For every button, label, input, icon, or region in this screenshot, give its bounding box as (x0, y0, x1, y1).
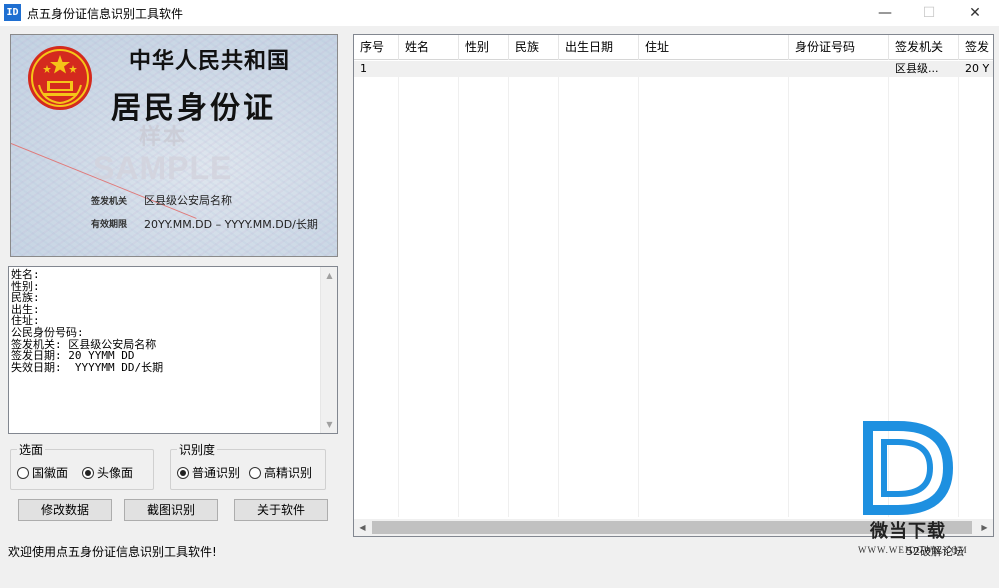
title-bar: ID 点五身份证信息识别工具软件 — ☐ ✕ (0, 0, 999, 26)
column-divider (354, 77, 399, 517)
radio-checked-icon[interactable] (177, 466, 189, 479)
table-cell[interactable] (559, 61, 639, 77)
column-header[interactable]: 民族 (509, 35, 559, 60)
result-line: 公民身份号码: (11, 325, 84, 339)
id-card-preview: 中华人民共和国 居民身份证 样本 SAMPLE 签发机关 区县级公安局名称 有效… (10, 34, 338, 257)
minimize-button[interactable]: — (862, 0, 908, 26)
radio-high-level[interactable]: 高精识别 (249, 464, 312, 481)
result-textbox[interactable]: 姓名: 性别: 民族: 出生: 住址: 公民身份号码: 签发机关: 区县级公安局名称 签发日期… (8, 266, 338, 434)
radio-portrait-side[interactable]: 头像面 (82, 464, 133, 481)
column-header[interactable]: 出生日期 (559, 35, 639, 60)
column-divider (459, 77, 509, 517)
logo-text-forum: 52破解论坛 (906, 545, 964, 558)
radio-normal-level[interactable]: 普通识别 (177, 464, 240, 481)
column-header[interactable]: 序号 (354, 35, 399, 60)
result-line: 签发日期: 20 YYMM DD (11, 349, 135, 363)
column-divider (559, 77, 639, 517)
column-divider (639, 77, 789, 517)
screenshot-recognize-button[interactable]: 截图识别 (124, 499, 218, 521)
card-authority-label: 签发机关 (91, 197, 128, 207)
textbox-scrollbar[interactable]: ▲ ▼ (320, 267, 337, 433)
scroll-down-icon[interactable]: ▼ (321, 416, 338, 433)
card-title-id: 居民身份证 (111, 91, 276, 126)
about-button[interactable]: 关于软件 (234, 499, 328, 521)
side-group-title: 选面 (17, 441, 46, 458)
card-validity-value: 20YY.MM.DD – YYYY.MM.DD/长期 (144, 218, 318, 231)
column-header[interactable]: 签发 (959, 35, 993, 60)
side-select-group: 选面 国徽面 头像面 (10, 441, 154, 490)
column-header[interactable]: 性别 (459, 35, 509, 60)
result-line: 姓名: (11, 268, 40, 281)
column-header[interactable]: 身份证号码 (789, 35, 889, 60)
table-header: 序号 姓名 性别 民族 出生日期 住址 身份证号码 签发机关 签发 (354, 35, 993, 60)
result-line: 失效日期: YYYYMM DD/长期 (11, 360, 164, 374)
table-cell[interactable] (789, 61, 889, 77)
result-text: 姓名: 性别: 民族: 出生: 住址: 公民身份号码: 签发机关: 区县级公安局名称 签发日期… (11, 269, 163, 373)
table-cell[interactable]: 1 (354, 61, 399, 77)
radio-checked-icon[interactable] (82, 466, 94, 479)
card-title-country: 中华人民共和国 (129, 48, 291, 74)
close-button[interactable]: ✕ (952, 0, 998, 26)
radio-emblem-side[interactable]: 国徽面 (17, 464, 68, 481)
level-group-title: 识别度 (177, 441, 218, 458)
column-divider (399, 77, 459, 517)
window-title: 点五身份证信息识别工具软件 (27, 7, 184, 21)
edit-data-button[interactable]: 修改数据 (18, 499, 112, 521)
status-bar-text: 欢迎使用点五身份证信息识别工具软件! (8, 545, 217, 559)
logo-text-cn: 微当下载 (870, 521, 946, 542)
scroll-left-icon[interactable]: ◀ (354, 519, 371, 536)
scroll-up-icon[interactable]: ▲ (321, 267, 338, 284)
app-id-icon: ID (4, 4, 21, 21)
national-emblem-icon (28, 46, 92, 110)
watermark-cn: 样本 (139, 124, 188, 150)
column-header[interactable]: 住址 (639, 35, 789, 60)
table-cell[interactable] (639, 61, 789, 77)
recognition-level-group: 识别度 普通识别 高精识别 (170, 441, 326, 490)
table-row[interactable]: 1 区县级... 20 Y (354, 61, 993, 77)
maximize-button[interactable]: ☐ (906, 0, 952, 26)
watermark-en: SAMPLE (93, 150, 233, 186)
table-cell[interactable]: 20 Y (959, 61, 993, 77)
table-cell[interactable] (459, 61, 509, 77)
radio-icon[interactable] (17, 466, 29, 479)
column-header[interactable]: 签发机关 (889, 35, 959, 60)
radio-icon[interactable] (249, 466, 261, 479)
table-cell[interactable]: 区县级... (889, 61, 959, 77)
table-cell[interactable] (399, 61, 459, 77)
column-header[interactable]: 姓名 (399, 35, 459, 60)
table-cell[interactable] (509, 61, 559, 77)
card-authority-value: 区县级公安局名称 (144, 194, 232, 207)
column-divider (509, 77, 559, 517)
scroll-right-icon[interactable]: ▶ (976, 519, 993, 536)
card-validity-label: 有效期限 (91, 220, 128, 230)
